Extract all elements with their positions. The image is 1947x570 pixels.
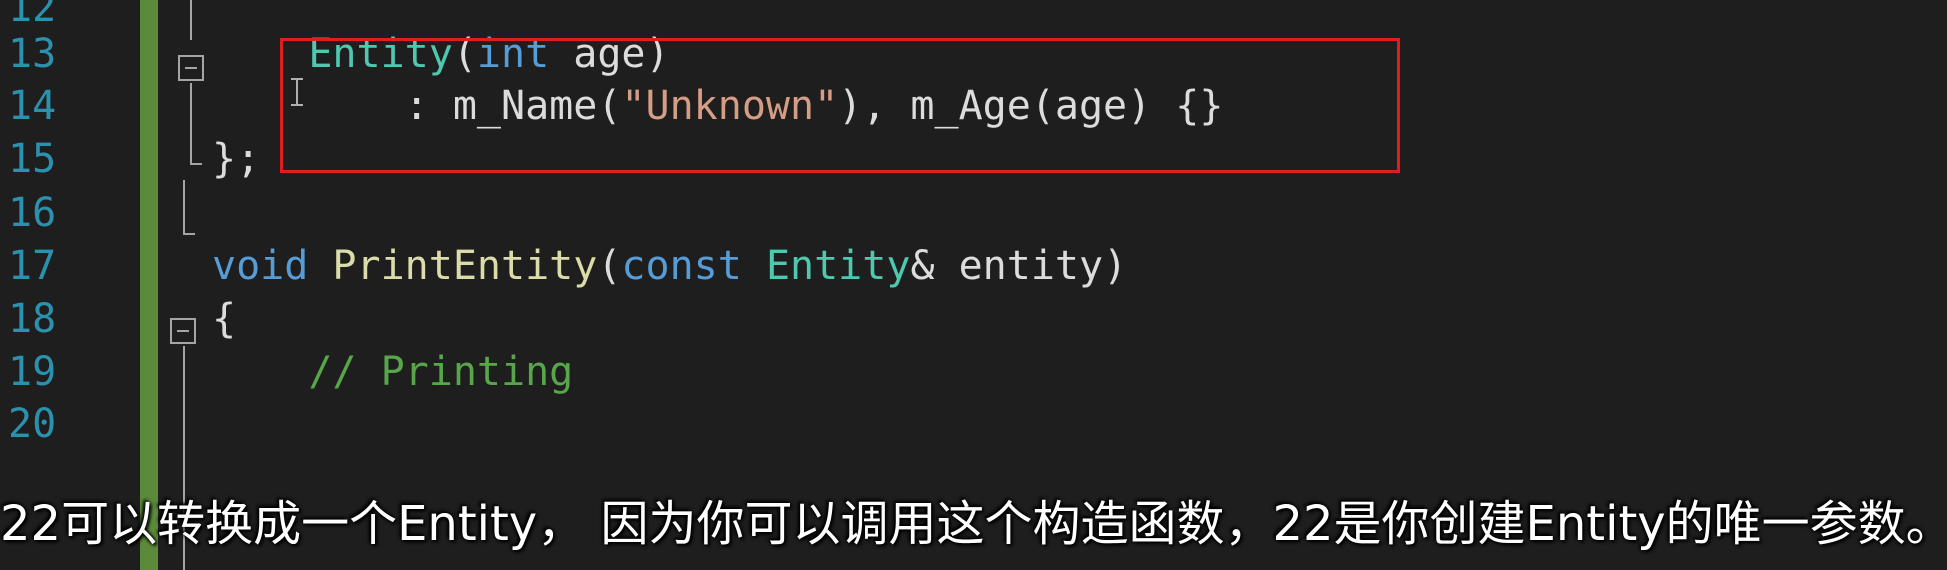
collapse-icon[interactable] <box>178 55 204 81</box>
changed-lines-indicator <box>140 0 158 570</box>
code-token: const <box>621 243 742 289</box>
code-token: ( <box>597 243 622 289</box>
fold-guide <box>190 83 192 165</box>
code-token: void <box>212 243 309 289</box>
code-line[interactable]: // Printing <box>212 340 573 404</box>
fold-guide <box>183 233 195 235</box>
line-number: 20 <box>8 401 57 447</box>
video-subtitle: 22可以转换成一个Entity， 因为你可以调用这个构造函数，22是你创建Ent… <box>0 496 1947 552</box>
code-line[interactable]: void PrintEntity(const Entity& entity) <box>212 234 1127 298</box>
code-token: PrintEntity <box>332 243 598 289</box>
code-editor[interactable]: 12 13 14 15 16 17 18 19 20 Entity(int ag… <box>0 0 1947 570</box>
fold-guide <box>190 163 202 165</box>
fold-guide <box>190 0 192 40</box>
code-token: Entity <box>765 243 911 289</box>
code-token: }; <box>212 136 261 182</box>
code-token: & entity) <box>910 243 1128 289</box>
highlight-annotation-box <box>280 38 1400 173</box>
line-number-gutter: 12 13 14 15 16 17 18 19 20 <box>0 0 120 570</box>
code-token: { <box>212 296 237 342</box>
collapse-icon[interactable] <box>170 318 196 344</box>
fold-guide <box>183 180 185 235</box>
code-line[interactable]: }; <box>212 127 260 191</box>
text-cursor-icon <box>291 78 303 106</box>
code-token: // Printing <box>308 349 574 395</box>
